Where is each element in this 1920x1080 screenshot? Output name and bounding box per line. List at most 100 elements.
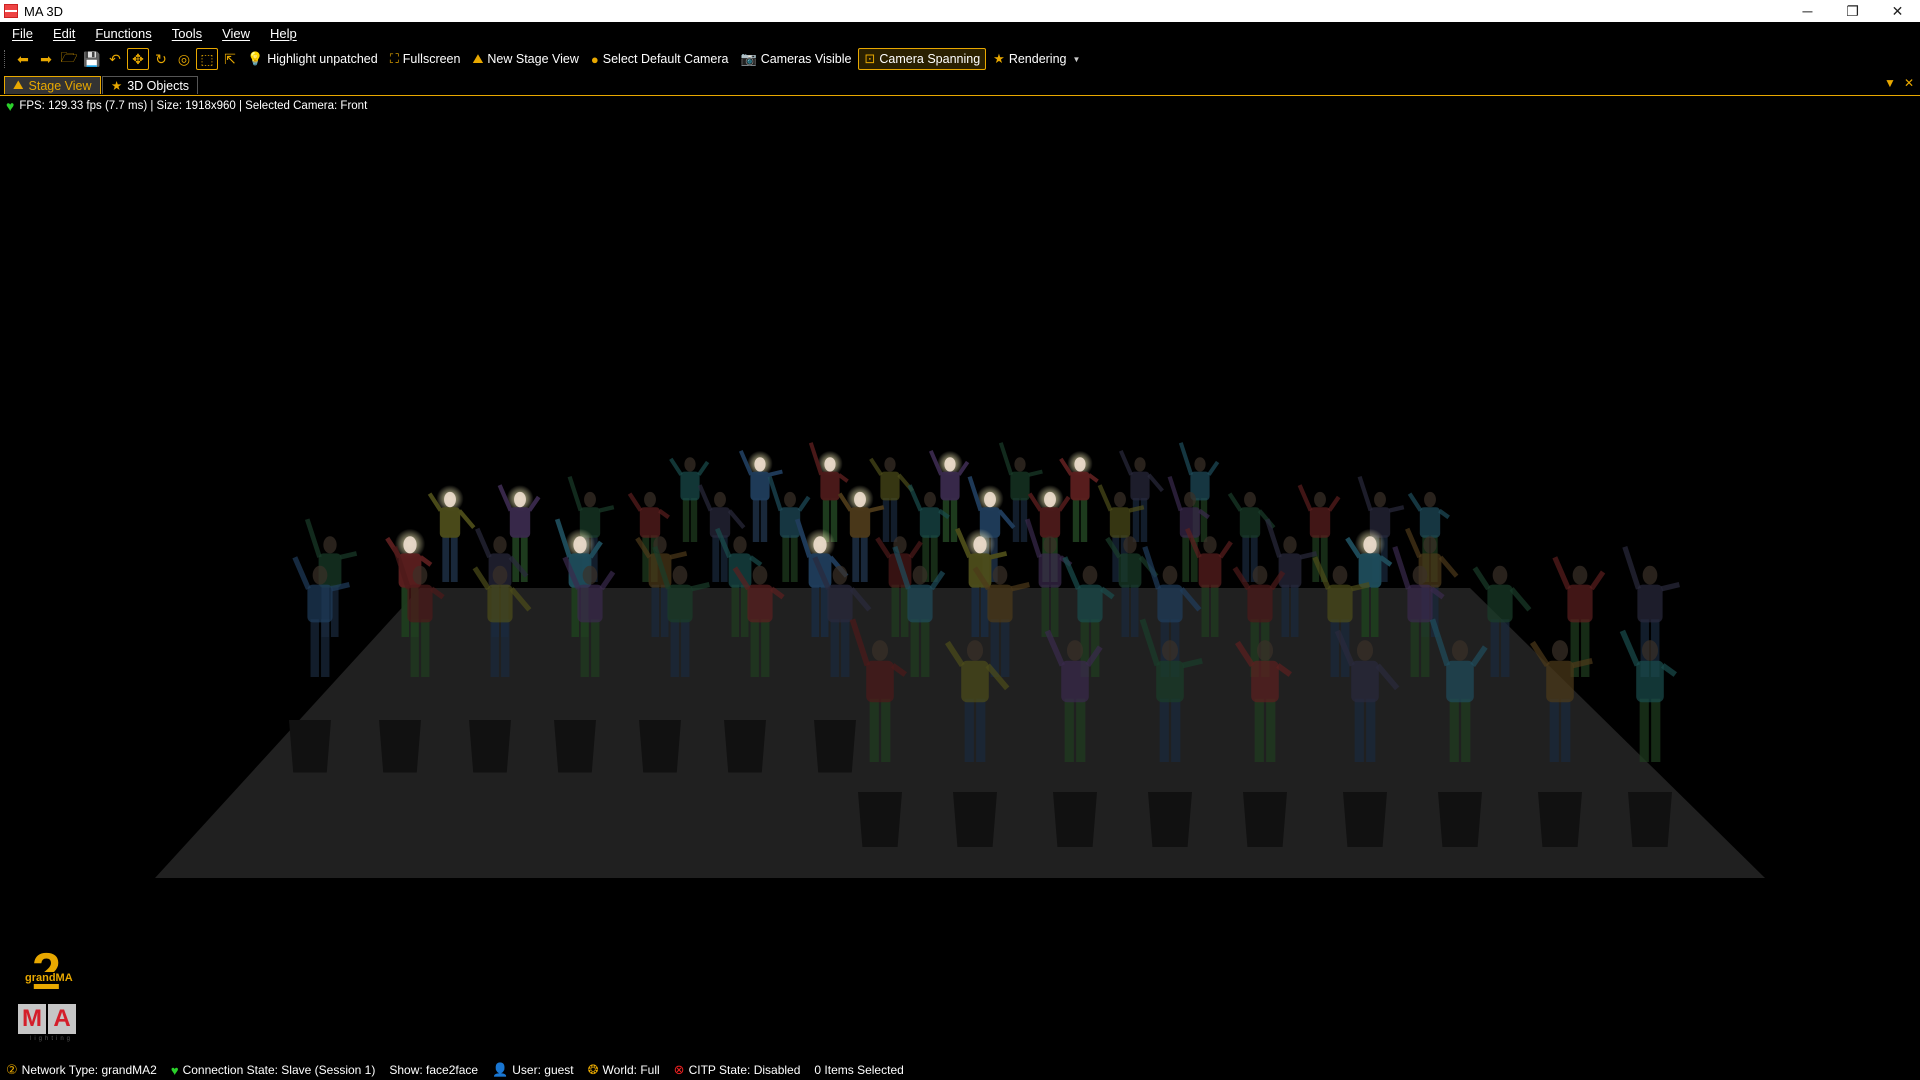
close-button[interactable]: ✕ bbox=[1875, 0, 1920, 22]
logo-letters: M A bbox=[18, 1004, 76, 1034]
stage-light-fixture bbox=[1343, 792, 1387, 847]
restore-button[interactable]: ❐ bbox=[1830, 0, 1875, 22]
bulb-icon: 💡 bbox=[247, 51, 264, 66]
stage-light-fixture bbox=[554, 720, 596, 773]
toolbar-grip[interactable] bbox=[4, 50, 8, 68]
select-default-camera-label: Select Default Camera bbox=[602, 52, 729, 66]
stage-light-fixture bbox=[953, 792, 997, 847]
stage-viewport[interactable] bbox=[0, 112, 1920, 1060]
status-bar: ② Network Type: grandMA2 ♥ Connection St… bbox=[0, 1060, 1920, 1080]
fullscreen-icon: ⛶ bbox=[389, 51, 399, 66]
tab-stage-view[interactable]: ⛰ Stage View bbox=[4, 76, 101, 94]
citp-status[interactable]: ⊗ CITP State: Disabled bbox=[674, 1062, 801, 1078]
show-status[interactable]: Show: face2face bbox=[389, 1063, 478, 1077]
fullscreen-label: Fullscreen bbox=[402, 52, 461, 66]
menu-bar: File Edit Functions Tools View Help bbox=[0, 22, 1920, 44]
star-icon: ★ bbox=[111, 79, 123, 93]
stage-icon: ⛰ bbox=[13, 78, 24, 92]
stage-light-fixture bbox=[724, 720, 766, 773]
citp-text: CITP State: Disabled bbox=[688, 1063, 801, 1077]
grandma-logo: 2 grandMA M A lighting bbox=[14, 946, 84, 1042]
menu-functions[interactable]: Functions bbox=[87, 26, 159, 41]
camera-circle-icon: ● bbox=[590, 51, 599, 67]
camera-spanning-label: Camera Spanning bbox=[879, 52, 981, 66]
stage-light-fixture bbox=[469, 720, 511, 773]
menu-tools[interactable]: Tools bbox=[164, 26, 210, 41]
camera-spanning-button[interactable]: ⊡ Camera Spanning bbox=[858, 48, 987, 70]
logo-letter-a: A bbox=[48, 1004, 76, 1034]
window-controls: ─ ❐ ✕ bbox=[1785, 0, 1920, 22]
crowd-figure bbox=[869, 457, 914, 542]
cameras-visible-button[interactable]: 📷 Cameras Visible bbox=[736, 48, 857, 70]
menu-help[interactable]: Help bbox=[262, 26, 305, 41]
stage-light-fixture bbox=[1053, 792, 1097, 847]
crowd-figure bbox=[998, 442, 1043, 542]
menu-edit[interactable]: Edit bbox=[45, 26, 83, 41]
forward-icon[interactable]: ➡ bbox=[35, 48, 57, 70]
heart-icon: ♥ bbox=[170, 1062, 179, 1078]
minimize-button[interactable]: ─ bbox=[1785, 0, 1830, 22]
world-status[interactable]: ❂ World: Full bbox=[588, 1062, 660, 1078]
rotate-icon[interactable]: ↻ bbox=[150, 48, 172, 70]
app-icon bbox=[4, 4, 18, 18]
tab-stage-view-label: Stage View bbox=[28, 78, 92, 93]
fullscreen-button[interactable]: ⛶ Fullscreen bbox=[385, 48, 466, 70]
highlight-unpatched-button[interactable]: 💡 Highlight unpatched bbox=[242, 48, 383, 70]
stage-light-fixture bbox=[1628, 792, 1672, 847]
stage-light-fixture bbox=[639, 720, 681, 773]
title-bar: MA 3D ─ ❐ ✕ bbox=[0, 0, 1920, 22]
highlight-unpatched-label: Highlight unpatched bbox=[267, 52, 378, 66]
open-folder-icon[interactable]: 🗁 bbox=[58, 48, 80, 70]
window-title: MA 3D bbox=[24, 3, 64, 19]
select-box-icon[interactable]: ⬚ bbox=[196, 48, 218, 70]
camera-spanning-icon: ⊡ bbox=[864, 51, 876, 66]
tab-dropdown-icon[interactable]: ▼ bbox=[1884, 76, 1896, 90]
user-text: User: guest bbox=[512, 1063, 574, 1077]
crowd-figure bbox=[427, 485, 476, 582]
stage-light-fixture bbox=[1538, 792, 1582, 847]
new-stage-view-label: New Stage View bbox=[487, 52, 579, 66]
logo-brand: grandMA bbox=[24, 972, 74, 984]
view-tabs: ⛰ Stage View ★ 3D Objects ▼ ✕ bbox=[0, 75, 1920, 96]
camera-icon: 📷 bbox=[740, 51, 757, 66]
world-icon: ❂ bbox=[587, 1062, 599, 1077]
world-text: World: Full bbox=[602, 1063, 660, 1077]
undo-icon[interactable]: ↶ bbox=[104, 48, 126, 70]
move-icon[interactable]: ✥ bbox=[127, 48, 149, 70]
stage-light-fixture bbox=[858, 792, 902, 847]
crowd-figure bbox=[1059, 450, 1099, 542]
selection-text: 0 Items Selected bbox=[814, 1063, 904, 1077]
crowd-figure bbox=[1619, 629, 1677, 762]
network-type-status[interactable]: ② Network Type: grandMA2 bbox=[6, 1062, 157, 1078]
connection-state-status[interactable]: ♥ Connection State: Slave (Session 1) bbox=[171, 1063, 376, 1078]
menu-view[interactable]: View bbox=[214, 26, 258, 41]
network-icon: ② bbox=[6, 1062, 18, 1077]
crowd-figure bbox=[808, 442, 849, 542]
show-text: Show: face2face bbox=[389, 1063, 479, 1077]
stage-icon: ⛰ bbox=[472, 51, 484, 66]
stage-scene bbox=[155, 442, 1765, 878]
error-icon: ⊗ bbox=[673, 1062, 685, 1077]
tab-3d-objects-label: 3D Objects bbox=[127, 78, 190, 93]
stage-light-fixture bbox=[289, 720, 331, 773]
select-default-camera-button[interactable]: ● Select Default Camera bbox=[586, 48, 734, 70]
stage-light-fixture bbox=[379, 720, 421, 773]
logo-tagline: lighting bbox=[30, 1036, 74, 1042]
network-type-text: Network Type: grandMA2 bbox=[21, 1063, 157, 1077]
back-icon[interactable]: ⬅ bbox=[12, 48, 34, 70]
render-status-text: FPS: 129.33 fps (7.7 ms) | Size: 1918x96… bbox=[19, 100, 368, 112]
tab-close-icon[interactable]: ✕ bbox=[1904, 76, 1914, 90]
menu-file[interactable]: File bbox=[4, 26, 41, 41]
stage-light-fixture bbox=[1243, 792, 1287, 847]
crowd-figure bbox=[669, 457, 710, 542]
tab-3d-objects[interactable]: ★ 3D Objects bbox=[102, 76, 199, 94]
stage-light-fixture bbox=[1148, 792, 1192, 847]
new-stage-view-button[interactable]: ⛰ New Stage View bbox=[467, 48, 583, 70]
rendering-label: Rendering bbox=[1008, 52, 1067, 66]
chevron-down-icon[interactable]: ▼ bbox=[1073, 55, 1081, 64]
target-icon[interactable]: ◎ bbox=[173, 48, 195, 70]
save-icon[interactable]: 💾 bbox=[81, 48, 103, 70]
user-status[interactable]: 👤 User: guest bbox=[492, 1062, 574, 1078]
export-icon[interactable]: ⇱ bbox=[219, 48, 241, 70]
rendering-button[interactable]: ★ Rendering ▼ bbox=[988, 48, 1085, 70]
